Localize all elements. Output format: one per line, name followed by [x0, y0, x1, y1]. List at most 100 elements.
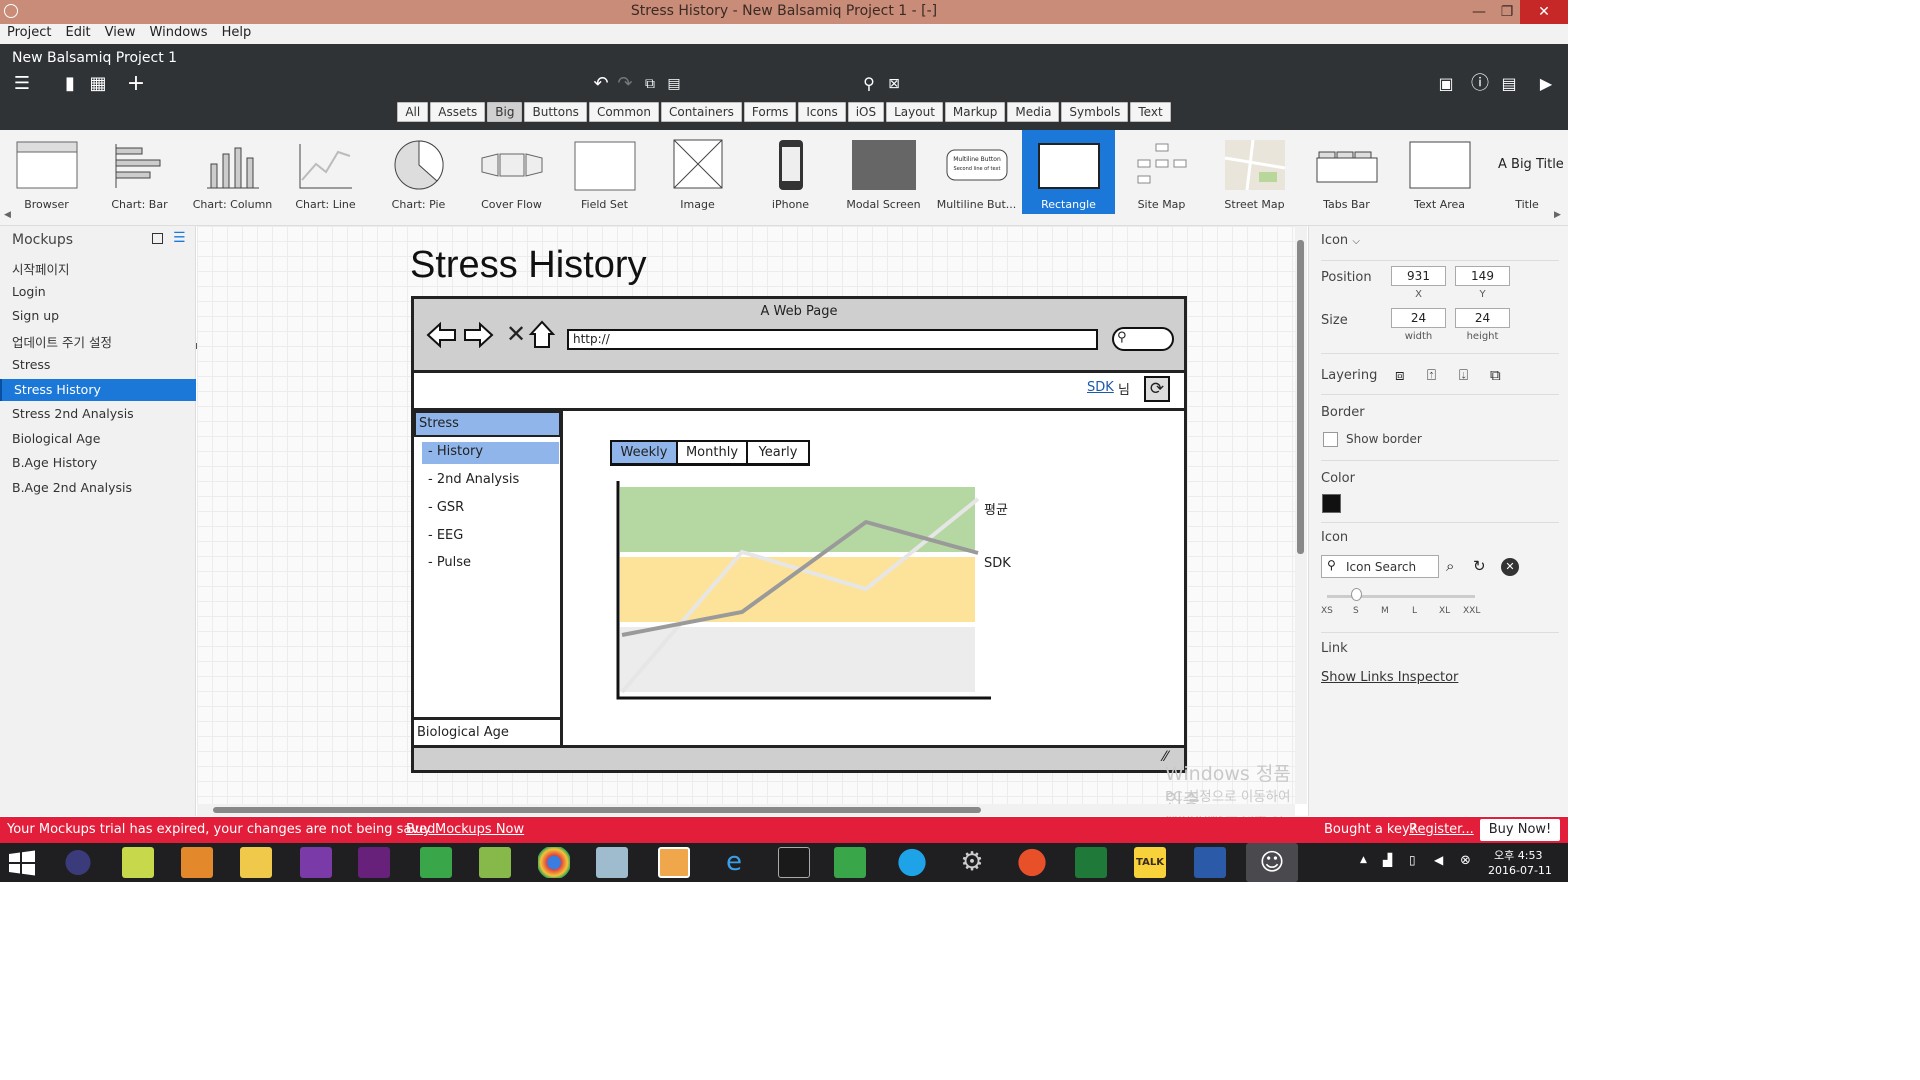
nav-item-pulse[interactable]: - Pulse — [422, 553, 477, 572]
skype-icon[interactable] — [896, 847, 928, 878]
filter-ios[interactable]: iOS — [847, 102, 885, 122]
clear-search-icon[interactable]: ⊠ — [882, 72, 906, 96]
size-m[interactable]: M — [1381, 606, 1389, 616]
minimize-icon[interactable]: — — [1464, 0, 1494, 24]
terminal-icon[interactable] — [778, 847, 810, 878]
canvas-horizontal-scrollbar[interactable] — [197, 804, 1295, 816]
filter-media[interactable]: Media — [1007, 102, 1060, 122]
lib-item-chart-pie[interactable]: Chart: Pie — [372, 130, 465, 214]
present-icon[interactable]: ▶ — [1534, 72, 1558, 96]
send-backward-icon[interactable]: ⍗ — [1459, 366, 1468, 384]
mockup-item[interactable]: Biological Age — [0, 428, 196, 450]
filter-assets[interactable]: Assets — [430, 102, 486, 122]
filter-common[interactable]: Common — [588, 102, 659, 122]
close-window-button[interactable]: ✕ — [1520, 0, 1568, 24]
library-scroll-right-icon[interactable]: ▶ — [1554, 210, 1561, 220]
mockup-item[interactable]: Stress — [0, 354, 196, 376]
restore-icon[interactable]: ❐ — [1492, 0, 1522, 24]
list-view-icon[interactable]: ☰ — [173, 230, 186, 246]
lib-item-title[interactable]: A Big Title Title — [1486, 130, 1568, 214]
lib-item-field-set[interactable]: Field Set — [558, 130, 651, 214]
menu-help[interactable]: Help — [215, 24, 259, 41]
filter-markup[interactable]: Markup — [944, 102, 1006, 122]
tab-yearly[interactable]: Yearly — [748, 442, 808, 463]
music-player-icon[interactable] — [1016, 847, 1048, 878]
show-links-inspector-link[interactable]: Show Links Inspector — [1321, 670, 1458, 685]
hamburger-menu-icon[interactable]: ☰ — [10, 72, 34, 96]
filter-forms[interactable]: Forms — [743, 102, 797, 122]
filter-icons[interactable]: Icons — [798, 102, 846, 122]
mockup-item[interactable]: B.Age 2nd Analysis — [0, 477, 196, 499]
mockup-item[interactable]: Sign up — [0, 305, 196, 327]
windows-start-icon[interactable] — [8, 850, 36, 876]
lib-item-chart-column[interactable]: Chart: Column — [186, 130, 279, 214]
properties-icon[interactable]: ▤ — [1497, 72, 1521, 96]
size-xxl[interactable]: XXL — [1463, 606, 1480, 616]
filter-symbols[interactable]: Symbols — [1061, 102, 1129, 122]
show-border-checkbox[interactable] — [1323, 432, 1338, 447]
balsamiq-icon[interactable]: ☺ — [1246, 843, 1298, 882]
browser-mock[interactable]: A Web Page ✕ http:// ⚲ SDK 님 ⟳ Stress - … — [411, 296, 1187, 773]
tray-overflow-icon[interactable]: ▲ — [1360, 855, 1367, 865]
excel-icon[interactable] — [1075, 847, 1107, 878]
chrome-icon[interactable] — [538, 847, 570, 878]
network-icon[interactable]: ▟ — [1383, 853, 1392, 867]
presentation-icon[interactable] — [181, 847, 213, 878]
undo-icon[interactable]: ↶ — [589, 72, 613, 96]
word-icon[interactable] — [1194, 847, 1226, 878]
horizontal-scroll-thumb[interactable] — [213, 807, 981, 813]
lib-item-text-area[interactable]: Text Area — [1393, 130, 1486, 214]
color-swatch[interactable] — [1322, 494, 1341, 513]
settings-gear-icon[interactable]: ⚙ — [956, 847, 988, 878]
tab-weekly[interactable]: Weekly — [612, 442, 678, 463]
android-studio-icon[interactable] — [479, 847, 511, 878]
mockup-heading[interactable]: Stress History — [410, 244, 646, 287]
size-width-field[interactable]: 24 — [1391, 308, 1446, 328]
evernote-alt-icon[interactable] — [834, 847, 866, 878]
redo-icon[interactable]: ↷ — [613, 72, 637, 96]
notification-icon[interactable]: ⊗ — [1460, 853, 1471, 868]
clear-icon-button[interactable]: ✕ — [1501, 558, 1519, 576]
url-field[interactable]: http:// — [567, 329, 1098, 350]
position-x-field[interactable]: 931 — [1391, 266, 1446, 286]
visual-studio-icon[interactable] — [358, 847, 390, 878]
icon-size-slider-thumb[interactable] — [1351, 588, 1362, 601]
internet-explorer-icon[interactable]: e — [718, 847, 750, 878]
grid-view-icon[interactable]: ▦ — [86, 72, 110, 96]
send-to-back-icon[interactable]: ⧉ — [1490, 366, 1501, 384]
quick-add-search-icon[interactable]: ⚲ — [857, 72, 881, 96]
register-link[interactable]: Register... — [1409, 822, 1474, 837]
lib-item-multiline-button[interactable]: Multiline Button Second line of text Mul… — [930, 130, 1023, 214]
size-xs[interactable]: XS — [1321, 606, 1333, 616]
refresh-icon[interactable]: ⟳ — [1144, 376, 1170, 402]
tab-monthly[interactable]: Monthly — [678, 442, 748, 463]
file-explorer-icon[interactable] — [240, 847, 272, 878]
vertical-scroll-thumb[interactable] — [1297, 240, 1304, 554]
lib-item-image[interactable]: Image — [651, 130, 744, 214]
thumbnail-view-icon[interactable] — [152, 233, 163, 244]
browse-icons-icon[interactable]: ⌕ — [1446, 557, 1454, 575]
mockup-item[interactable]: B.Age History — [0, 452, 196, 474]
home-icon[interactable] — [528, 320, 556, 350]
mockup-item[interactable]: Login — [0, 281, 196, 303]
lib-item-modal-screen[interactable]: Modal Screen — [837, 130, 930, 214]
menu-edit[interactable]: Edit — [58, 24, 97, 41]
buy-now-button[interactable]: Buy Now! — [1480, 819, 1560, 841]
icon-search-field[interactable]: ⚲ Icon Search — [1321, 555, 1439, 578]
lib-item-chart-line[interactable]: Chart: Line — [279, 130, 372, 214]
filter-all[interactable]: All — [397, 102, 429, 122]
filter-big[interactable]: Big — [487, 102, 523, 122]
canvas-vertical-scrollbar[interactable] — [1295, 226, 1307, 804]
mockup-item[interactable]: 시작페이지 — [0, 256, 196, 278]
search-field[interactable]: ⚲ — [1112, 327, 1174, 351]
nav-item-2nd-analysis[interactable]: - 2nd Analysis — [422, 470, 525, 489]
nav-footer-biological-age[interactable]: Biological Age — [414, 717, 563, 745]
filter-layout[interactable]: Layout — [886, 102, 943, 122]
lib-item-iphone[interactable]: iPhone — [744, 130, 837, 214]
filter-containers[interactable]: Containers — [660, 102, 742, 122]
copy-icon[interactable]: ⧉ — [638, 72, 662, 96]
size-height-field[interactable]: 24 — [1455, 308, 1510, 328]
menu-windows[interactable]: Windows — [143, 24, 215, 41]
onenote-icon[interactable] — [300, 847, 332, 878]
size-s[interactable]: S — [1353, 606, 1359, 616]
